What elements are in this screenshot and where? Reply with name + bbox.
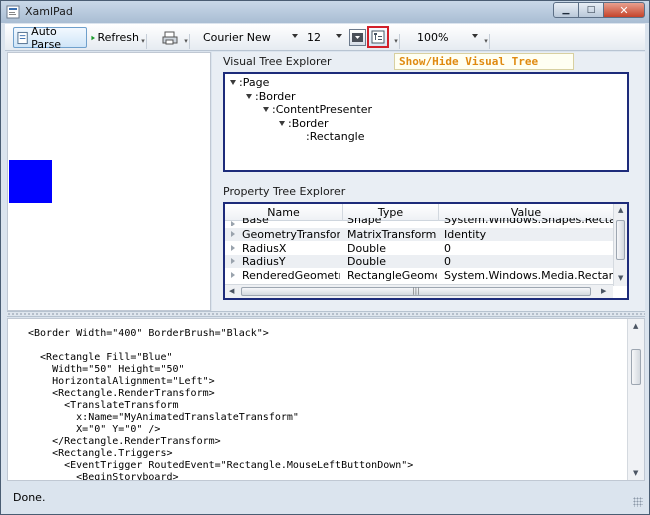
tree-node-border[interactable]: :Border xyxy=(246,90,296,103)
window-dropdown-icon xyxy=(352,33,363,42)
maximize-button[interactable]: □ xyxy=(578,2,604,18)
title-bar[interactable]: XamlPad ▁ □ ✕ xyxy=(1,1,649,23)
code-line: <Border Width="400" BorderBrush="Black"> xyxy=(28,328,269,339)
table-row[interactable]: GeometryTransfor... MatrixTransform Iden… xyxy=(225,228,613,241)
app-icon xyxy=(6,5,20,19)
scroll-thumb[interactable]: ||| xyxy=(241,287,591,296)
toolbar-overflow-grip-4[interactable]: ▾ xyxy=(483,34,490,49)
tree-node-contentpresenter[interactable]: :ContentPresenter xyxy=(263,103,372,116)
status-text: Done. xyxy=(13,491,46,504)
code-line: <Rectangle.RenderTransform> xyxy=(28,388,215,399)
close-button[interactable]: ✕ xyxy=(603,2,645,18)
expanded-triangle-icon xyxy=(279,121,285,126)
visual-tree-explorer[interactable]: :Page :Border :ContentPresenter :Border … xyxy=(223,72,629,172)
expanded-triangle-icon xyxy=(230,80,236,85)
table-row[interactable]: RenderedGeometry RectangleGeometry Syste… xyxy=(225,269,613,282)
expand-arrow-icon xyxy=(231,258,235,264)
resize-grip-icon[interactable] xyxy=(633,497,643,507)
code-line: X="0" Y="0" /> xyxy=(28,424,161,435)
code-line: <Rectangle Fill="Blue" xyxy=(28,352,173,363)
scroll-left-icon[interactable]: ◀ xyxy=(229,287,234,295)
expand-arrow-icon xyxy=(231,272,235,278)
show-hide-visual-tree-tooltip: Show/Hide Visual Tree xyxy=(394,53,574,70)
expanded-triangle-icon xyxy=(246,94,252,99)
table-row[interactable]: RadiusY Double 0 xyxy=(225,255,613,268)
tree-node-rectangle[interactable]: :Rectangle xyxy=(306,130,365,143)
font-family-value: Courier New xyxy=(203,31,271,44)
minimize-icon: ▁ xyxy=(562,5,570,15)
horizontal-splitter[interactable] xyxy=(7,311,645,317)
toolbar: Auto Parse Refresh ▾ ▾ Courier New 12 ▾ … xyxy=(5,24,645,51)
tree-node-page[interactable]: :Page xyxy=(230,76,269,89)
scroll-up-icon[interactable]: ▲ xyxy=(618,206,623,214)
refresh-label: Refresh xyxy=(97,31,139,44)
code-line: Width="50" Height="50" xyxy=(28,364,185,375)
scroll-down-icon[interactable]: ▼ xyxy=(633,469,638,477)
expand-arrow-icon xyxy=(231,245,235,251)
splitter-grip xyxy=(7,313,645,315)
minimize-button[interactable]: ▁ xyxy=(553,2,579,18)
zoom-value: 100% xyxy=(417,31,449,44)
tree-node-border-inner[interactable]: :Border xyxy=(279,117,329,130)
property-grid-vertical-scrollbar[interactable]: ▲ ▼ xyxy=(613,204,627,286)
window-title: XamlPad xyxy=(25,5,73,18)
table-row[interactable]: Base Shape System.Windows.Shapes.Rectang… xyxy=(225,218,613,226)
table-row[interactable]: RadiusX Double 0 xyxy=(225,242,613,255)
xaml-code-editor[interactable]: <Border Width="400" BorderBrush="Black">… xyxy=(7,318,645,481)
print-icon[interactable] xyxy=(162,30,178,46)
property-tree-title: Property Tree Explorer xyxy=(223,185,346,198)
toggle-editor-button[interactable] xyxy=(349,29,366,46)
visual-tree-title: Visual Tree Explorer xyxy=(223,55,332,68)
maximize-icon: □ xyxy=(586,5,596,15)
zoom-select[interactable]: 100% xyxy=(414,28,480,47)
scroll-down-icon[interactable]: ▼ xyxy=(618,274,623,282)
font-size-select[interactable]: 12 xyxy=(304,28,344,47)
scroll-thumb[interactable] xyxy=(631,349,641,385)
scroll-right-icon[interactable]: ▶ xyxy=(601,287,606,295)
render-preview-pane[interactable] xyxy=(7,52,211,311)
toolbar-overflow-grip-2[interactable]: ▾ xyxy=(183,34,190,49)
property-tree-explorer[interactable]: Name Type Value Base Shape System.Window… xyxy=(223,202,629,300)
code-line: <TranslateTransform xyxy=(28,400,179,411)
code-vertical-scrollbar[interactable]: ▲ ▼ xyxy=(627,319,644,480)
expanded-triangle-icon xyxy=(263,107,269,112)
explorer-pane: Visual Tree Explorer :Page :Border :Cont… xyxy=(212,52,645,311)
expand-arrow-icon xyxy=(231,231,235,237)
scroll-thumb[interactable] xyxy=(616,220,625,260)
code-line: </Rectangle.RenderTransform> xyxy=(28,436,221,447)
expand-arrow-icon xyxy=(231,221,235,226)
property-grid-horizontal-scrollbar[interactable]: ◀ ||| ▶ xyxy=(225,284,613,298)
font-family-select[interactable]: Courier New xyxy=(200,28,300,47)
preview-blue-rectangle[interactable] xyxy=(9,160,52,203)
chevron-down-icon xyxy=(336,34,342,38)
refresh-button[interactable]: Refresh xyxy=(89,27,139,48)
toolbar-overflow-grip[interactable]: ▾ xyxy=(140,34,147,49)
auto-parse-icon xyxy=(17,31,28,44)
toolbar-overflow-grip-3[interactable]: ▾ xyxy=(393,34,400,49)
code-line: x:Name="MyAnimatedTranslateTransform" xyxy=(28,412,299,423)
code-line: <Rectangle.Triggers> xyxy=(28,448,173,459)
code-line: <EventTrigger RoutedEvent="Rectangle.Mou… xyxy=(28,460,414,471)
xamlpad-window: XamlPad ▁ □ ✕ Auto Parse Refresh ▾ ▾ Cou… xyxy=(0,0,650,515)
font-size-value: 12 xyxy=(307,31,321,44)
play-icon xyxy=(91,35,96,40)
chevron-down-icon xyxy=(292,34,298,38)
auto-parse-label: Auto Parse xyxy=(31,24,62,51)
auto-parse-button[interactable]: Auto Parse xyxy=(13,24,87,51)
scroll-up-icon[interactable]: ▲ xyxy=(633,322,638,330)
status-bar: Done. xyxy=(5,483,645,509)
visual-tree-icon xyxy=(371,30,385,44)
show-hide-visual-tree-button[interactable] xyxy=(367,26,389,48)
close-icon: ✕ xyxy=(619,3,629,17)
code-line: <BeginStoryboard> xyxy=(28,472,179,481)
chevron-down-icon xyxy=(472,34,478,38)
code-line: HorizontalAlignment="Left"> xyxy=(28,376,215,387)
